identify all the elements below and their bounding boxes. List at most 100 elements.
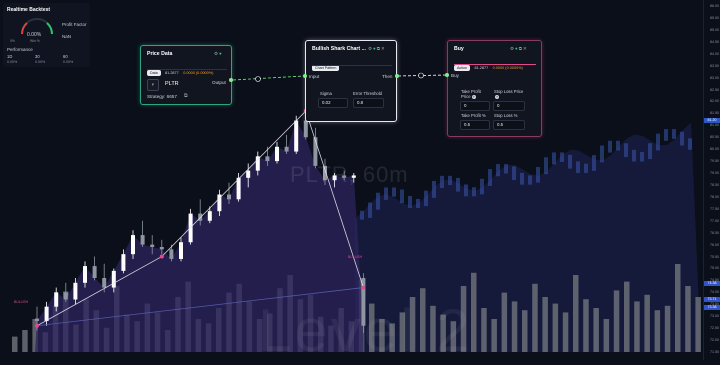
volume-bar xyxy=(511,301,518,352)
copy-icon[interactable]: ⧉ xyxy=(184,93,188,99)
background-candle xyxy=(536,166,540,183)
realtime-backtest-panel: Realtime Backtest Profit Factor NaN 0.00… xyxy=(3,3,90,67)
node-title: Price Data xyxy=(147,51,173,57)
price-axis[interactable]: 86.00 85.50 85.00 84.50 84.00 83.50 83.00 82.50… xyxy=(703,0,720,360)
period-value: 0.00% xyxy=(35,60,46,64)
background-candle xyxy=(672,129,676,139)
background-candle xyxy=(616,140,620,151)
volume-bar xyxy=(634,301,640,352)
price-tick-label: 86.00 xyxy=(710,4,719,8)
pattern-end-label: BULLISH xyxy=(348,255,363,259)
help-icon[interactable]: ? xyxy=(471,94,476,99)
price-tick-label: 82.00 xyxy=(710,99,719,104)
background-candle xyxy=(592,155,596,171)
price-tick-label: 80.50 xyxy=(710,135,719,140)
error-threshold-label: Error Threshold xyxy=(353,91,383,96)
candle-body xyxy=(83,266,87,283)
background-candle xyxy=(584,163,588,174)
output-port[interactable] xyxy=(229,78,233,82)
stop-loss-pct-label: Stop Loss % xyxy=(494,113,518,118)
node-icons: ⚙● xyxy=(214,51,223,57)
backtest-title: Realtime Backtest xyxy=(7,7,51,13)
volume-bar xyxy=(573,275,579,352)
node-icons: ⚙●⧉✕ xyxy=(510,46,528,52)
volume-bar xyxy=(481,308,487,352)
then-port-label: Then xyxy=(382,74,393,79)
buy-action-node[interactable]: Buy ⚙●⧉✕ Action 81.2877 0.0000 (0.0000%)… xyxy=(447,40,542,137)
volume-bar xyxy=(644,294,650,352)
then-port[interactable] xyxy=(395,74,399,78)
price-tag: 74.38 xyxy=(704,280,720,286)
background-candle xyxy=(680,131,684,146)
background-candle xyxy=(432,180,436,198)
node-type-chip: Data xyxy=(147,70,161,76)
volume-bar xyxy=(562,312,569,352)
background-candle xyxy=(632,149,636,162)
ticker-symbol[interactable]: PLTR xyxy=(165,81,179,87)
sigma-input[interactable]: 0.02 xyxy=(318,98,348,108)
bullish-shark-pattern-node[interactable]: Bullish Shark Chart ... ⚙●⧉✕ Chart Patte… xyxy=(305,40,397,122)
volume-bar xyxy=(522,310,528,352)
gauge-min-label: 0% xyxy=(10,39,15,43)
candle-body xyxy=(284,146,289,152)
stop-loss-price-input[interactable]: 0 xyxy=(493,101,525,111)
price-tick-label: 72.00 xyxy=(710,338,719,343)
period-value: 0.00% xyxy=(63,60,74,64)
candle-body xyxy=(179,242,183,259)
background-candle xyxy=(480,178,484,195)
period-1d[interactable]: 1D 0.00% xyxy=(7,54,17,64)
background-candle xyxy=(424,190,428,207)
price-tick-label: 71.50 xyxy=(710,350,719,354)
close-icon[interactable]: ✕ xyxy=(381,46,386,51)
background-candle xyxy=(376,192,380,210)
background-candle xyxy=(472,187,476,197)
volume-bar xyxy=(532,283,538,352)
volume-bar xyxy=(583,299,589,352)
symbol-watermark: PLTR, 60m xyxy=(290,162,409,187)
price-tick-label: 84.00 xyxy=(710,51,719,56)
node-price: 81.2877 xyxy=(165,71,179,75)
help-icon[interactable]: ? xyxy=(495,94,499,99)
pattern-start-label: BULLISH xyxy=(14,300,29,304)
price-tick-label: 84.50 xyxy=(710,39,719,44)
close-icon[interactable]: ✕ xyxy=(523,46,528,51)
background-candle xyxy=(576,161,580,174)
price-tick-label: 72.50 xyxy=(710,326,719,331)
background-candle xyxy=(496,164,500,177)
performance-label: Performance xyxy=(7,47,33,52)
volume-bar xyxy=(12,336,18,352)
period-60[interactable]: 60 0.00% xyxy=(63,54,73,64)
price-tick-label: 79.50 xyxy=(710,159,719,164)
win-rate-value: 0.00% xyxy=(27,32,42,38)
candle-body xyxy=(111,270,116,288)
price-tag: 73.38 xyxy=(704,304,720,310)
background-candle xyxy=(520,172,524,185)
price-tick-label: 78.50 xyxy=(710,182,719,187)
price-tick-label: 77.50 xyxy=(710,206,719,211)
node-change: 0.0000 (0.0000%) xyxy=(492,66,523,70)
candle-body xyxy=(294,120,299,152)
price-tick-label: 77.00 xyxy=(710,218,719,223)
volume-bar xyxy=(685,286,691,352)
stop-loss-pct-input[interactable]: 0.5 xyxy=(493,120,525,130)
node-title: Bullish Shark Chart ... xyxy=(312,46,366,52)
buy-port-label: Buy xyxy=(451,73,459,78)
input-port[interactable] xyxy=(303,74,307,78)
add-node-icon xyxy=(255,76,261,82)
candle-body xyxy=(159,247,164,250)
price-tick-label: 83.00 xyxy=(710,75,719,80)
price-tick-label: 83.50 xyxy=(710,63,719,68)
take-profit-pct-label: Take Profit % xyxy=(461,113,486,118)
candle-body xyxy=(236,177,241,200)
period-30[interactable]: 30 0.00% xyxy=(35,54,45,64)
background-candle xyxy=(528,175,532,185)
stop-loss-price-label: Stop Loss Price? xyxy=(494,89,524,99)
price-data-node[interactable]: Price Data ⚙● Data 81.2877 0.0000 (0.000… xyxy=(140,45,232,105)
buy-input-port[interactable] xyxy=(445,73,449,77)
error-threshold-input[interactable]: 0.8 xyxy=(353,98,384,108)
volume-bar xyxy=(501,292,508,352)
take-profit-pct-input[interactable]: 0.5 xyxy=(460,120,490,130)
period-label: 30 xyxy=(35,54,40,59)
take-profit-price-input[interactable]: 0 xyxy=(460,101,490,111)
background-candle xyxy=(656,133,660,151)
